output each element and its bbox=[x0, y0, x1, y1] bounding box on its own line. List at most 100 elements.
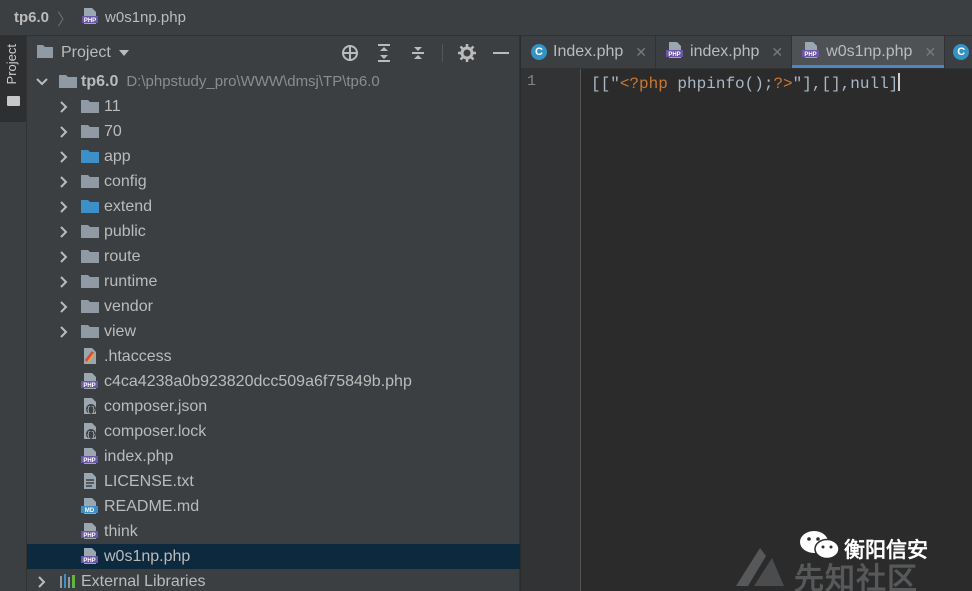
chevron-right-icon[interactable] bbox=[58, 175, 70, 188]
chevron-right-icon[interactable] bbox=[58, 225, 70, 238]
tab-label: Index.php bbox=[553, 43, 624, 60]
text-cursor bbox=[898, 73, 901, 91]
svg-text:PHP: PHP bbox=[804, 52, 816, 58]
tab-index-php[interactable]: PHP index.php ✕ bbox=[656, 36, 793, 68]
close-icon[interactable]: ✕ bbox=[771, 44, 783, 61]
tree-item-label: 70 bbox=[104, 122, 122, 140]
chevron-right-icon[interactable] bbox=[58, 200, 70, 213]
folder-icon bbox=[7, 96, 20, 106]
project-panel-toolbar bbox=[340, 36, 511, 69]
folder-icon bbox=[81, 273, 99, 291]
expand-all-icon[interactable] bbox=[374, 43, 394, 63]
code-line[interactable]: [["<?php phpinfo();?>"],[],null] bbox=[591, 73, 901, 93]
project-panel-title[interactable]: Project bbox=[61, 44, 111, 62]
tree-item-label: think bbox=[104, 522, 138, 540]
chevron-right-icon[interactable] bbox=[36, 575, 48, 588]
chevron-down-icon[interactable] bbox=[36, 76, 48, 88]
folder-icon bbox=[81, 248, 99, 266]
toolbar-divider bbox=[442, 43, 443, 62]
locate-icon[interactable] bbox=[340, 43, 360, 63]
tree-folder-vendor[interactable]: vendor bbox=[27, 294, 520, 319]
svg-text:PHP: PHP bbox=[83, 458, 95, 464]
tree-item-label: c4ca4238a0b923820dcc509a6f75849b.php bbox=[104, 372, 412, 390]
chevron-down-icon[interactable] bbox=[118, 49, 129, 56]
gear-icon[interactable] bbox=[457, 43, 477, 63]
svg-text:PHP: PHP bbox=[83, 383, 95, 389]
tree-file-composer-lock[interactable]: {} composer.lock bbox=[27, 419, 520, 444]
tree-file-htaccess[interactable]: .htaccess bbox=[27, 344, 520, 369]
tree-item-label: runtime bbox=[104, 272, 158, 290]
tree-folder-view[interactable]: view bbox=[27, 319, 520, 344]
tree-file-index-php[interactable]: PHP index.php bbox=[27, 444, 520, 469]
tree-item-label: External Libraries bbox=[81, 572, 206, 590]
minimize-icon[interactable] bbox=[491, 43, 511, 63]
tree-file-c4ca-php[interactable]: PHP c4ca4238a0b923820dcc509a6f75849b.php bbox=[27, 369, 520, 394]
project-tool-tab[interactable]: Project bbox=[0, 36, 26, 122]
tree-item-label: 11 bbox=[104, 97, 121, 115]
left-tool-strip: Project bbox=[0, 36, 27, 591]
collapse-all-icon[interactable] bbox=[408, 43, 428, 63]
php-file-icon: PHP bbox=[81, 522, 99, 540]
svg-text:PHP: PHP bbox=[84, 18, 96, 24]
chevron-right-icon[interactable] bbox=[58, 275, 70, 288]
tree-folder-runtime[interactable]: runtime bbox=[27, 269, 520, 294]
tree-file-readme[interactable]: MD README.md bbox=[27, 494, 520, 519]
tree-item-label: route bbox=[104, 247, 141, 265]
watermark: 衡阳信安 先知社区 bbox=[720, 510, 972, 591]
chevron-right-icon[interactable] bbox=[58, 125, 70, 138]
tree-root-path: D:\phpstudy_pro\WWW\dmsj\TP\tp6.0 bbox=[126, 72, 380, 90]
tree-file-think[interactable]: PHP think bbox=[27, 519, 520, 544]
code-token-php-open: <?php bbox=[619, 75, 668, 93]
tree-root-text: tp6.0 D:\phpstudy_pro\WWW\dmsj\TP\tp6.0 bbox=[81, 73, 380, 91]
breadcrumb: tp6.0 〉 PHP w0s1np.php bbox=[0, 0, 972, 36]
tree-folder-config[interactable]: config bbox=[27, 169, 520, 194]
library-icon bbox=[59, 573, 77, 591]
source-folder-icon bbox=[81, 148, 99, 166]
chevron-right-icon[interactable] bbox=[58, 325, 70, 338]
chevron-right-icon[interactable] bbox=[58, 100, 70, 113]
class-icon: C bbox=[953, 44, 970, 60]
tree-item-label: app bbox=[104, 147, 131, 165]
tree-item-label: w0s1np.php bbox=[104, 547, 191, 565]
svg-text:PHP: PHP bbox=[83, 558, 95, 564]
tree-folder-public[interactable]: public bbox=[27, 219, 520, 244]
tree-file-license[interactable]: LICENSE.txt bbox=[27, 469, 520, 494]
folder-icon bbox=[37, 44, 53, 62]
project-panel-header: Project bbox=[27, 36, 519, 69]
php-file-icon: PHP bbox=[81, 547, 99, 565]
chevron-right-icon[interactable] bbox=[58, 250, 70, 263]
project-panel: Project tp6.0 D:\phpstudy_pro\WWW\dmsj\T… bbox=[27, 36, 520, 591]
tree-file-w0s1np[interactable]: PHP w0s1np.php bbox=[27, 544, 520, 569]
folder-icon bbox=[81, 173, 99, 191]
json-file-icon: {} bbox=[81, 422, 99, 440]
tree-folder-extend[interactable]: extend bbox=[27, 194, 520, 219]
tab-overflow[interactable]: C bbox=[945, 36, 972, 68]
xianzhi-logo-icon bbox=[736, 548, 784, 586]
tree-folder-route[interactable]: route bbox=[27, 244, 520, 269]
tree-folder-70[interactable]: 70 bbox=[27, 119, 520, 144]
tab-index-php-class[interactable]: C Index.php ✕ bbox=[521, 36, 657, 68]
chevron-right-icon[interactable] bbox=[58, 300, 70, 313]
line-number: 1 bbox=[527, 73, 537, 90]
tree-item-label: index.php bbox=[104, 447, 174, 465]
source-folder-icon bbox=[81, 198, 99, 216]
tab-w0s1np-php[interactable]: PHP w0s1np.php ✕ bbox=[792, 36, 946, 68]
svg-text:{}: {} bbox=[86, 431, 96, 440]
tree-root[interactable]: tp6.0 D:\phpstudy_pro\WWW\dmsj\TP\tp6.0 bbox=[27, 69, 520, 94]
close-icon[interactable]: ✕ bbox=[924, 44, 936, 61]
tree-folder-app[interactable]: app bbox=[27, 144, 520, 169]
breadcrumb-file[interactable]: w0s1np.php bbox=[105, 9, 186, 26]
svg-text:PHP: PHP bbox=[83, 533, 95, 539]
close-icon[interactable]: ✕ bbox=[635, 44, 647, 61]
tree-folder-11[interactable]: 11 bbox=[27, 94, 520, 119]
tree-file-composer-json[interactable]: {} composer.json bbox=[27, 394, 520, 419]
code-token: phpinfo(); bbox=[667, 75, 774, 93]
text-file-icon bbox=[81, 472, 99, 490]
breadcrumb-project[interactable]: tp6.0 bbox=[14, 9, 49, 26]
class-icon: C bbox=[531, 44, 547, 60]
chevron-right-icon[interactable] bbox=[58, 150, 70, 163]
watermark-ghost: 先知社区 bbox=[794, 562, 918, 591]
php-file-icon: PHP bbox=[81, 447, 99, 465]
tree-external-libraries[interactable]: External Libraries bbox=[27, 569, 520, 591]
tree-item-label: public bbox=[104, 222, 146, 240]
